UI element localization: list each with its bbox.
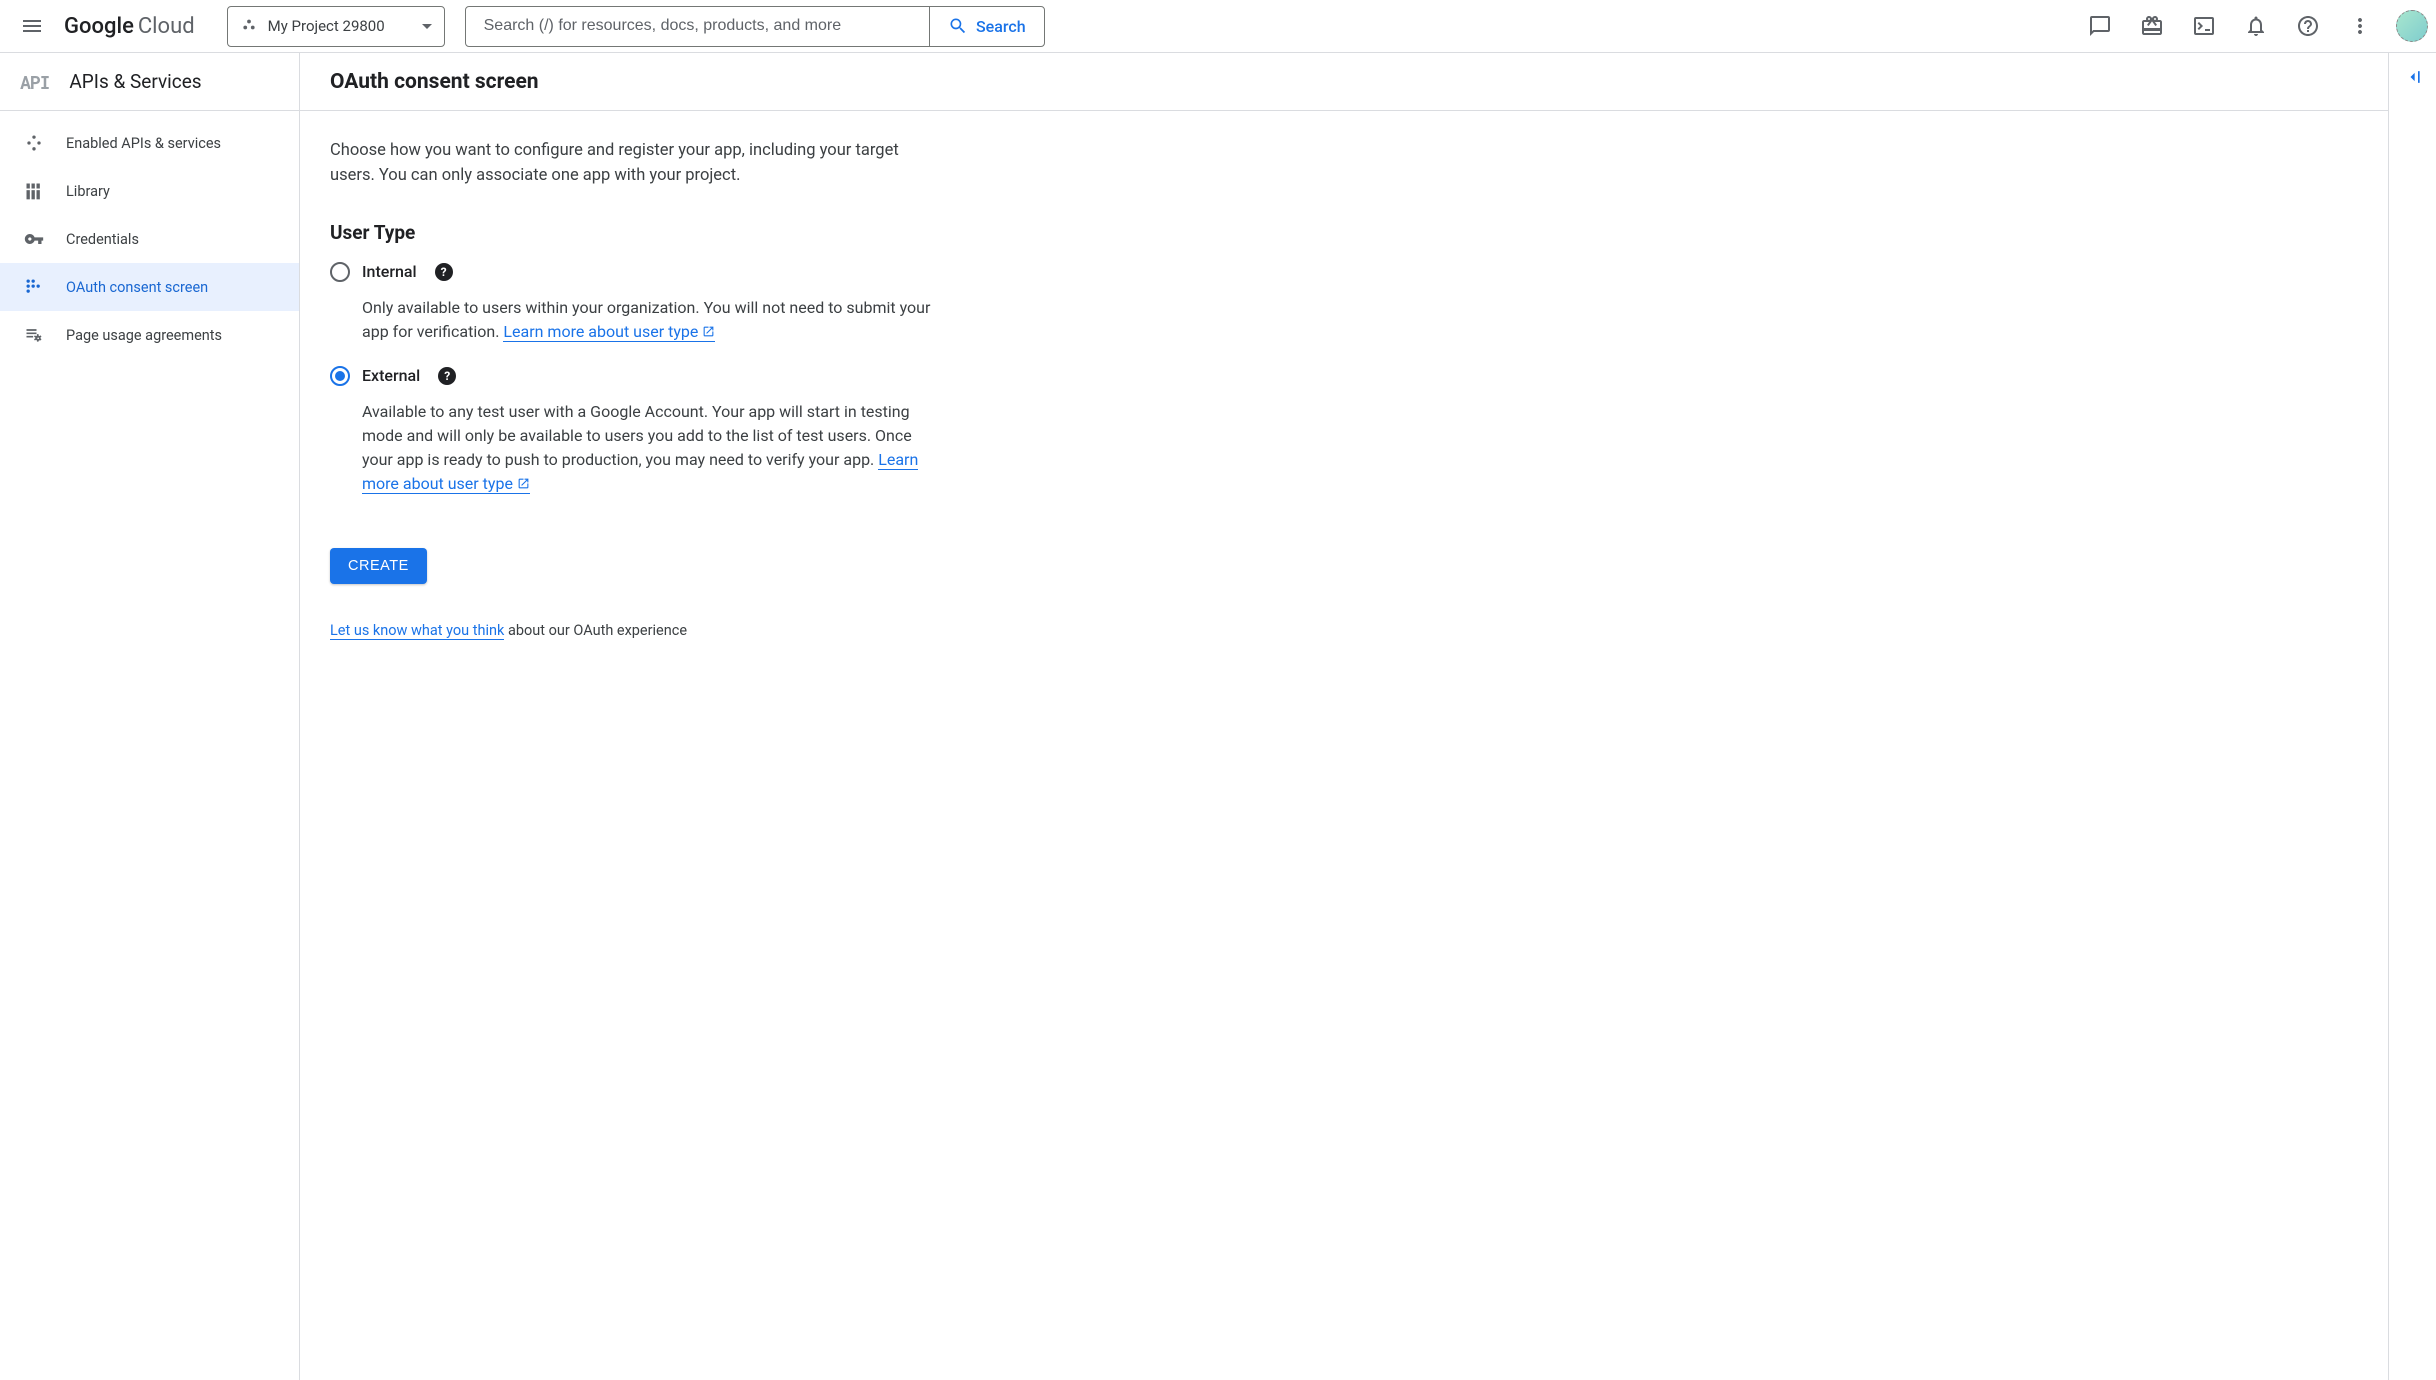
key-icon: [24, 229, 44, 249]
sidebar-item-page-usage[interactable]: Page usage agreements: [0, 311, 299, 359]
help-tooltip-internal[interactable]: ?: [435, 263, 453, 281]
radio-option-external: External ? Available to any test user wi…: [330, 366, 1230, 496]
page-title: OAuth consent screen: [330, 70, 539, 94]
sidebar-item-label: Credentials: [66, 231, 139, 248]
search-icon: [948, 16, 968, 36]
main-content: OAuth consent screen Choose how you want…: [300, 53, 2388, 1380]
more-options-button[interactable]: [2336, 2, 2384, 50]
learn-more-link-internal[interactable]: Learn more about user type: [503, 322, 715, 342]
create-button[interactable]: CREATE: [330, 548, 427, 584]
project-icon: [240, 17, 258, 35]
google-logo-text: Google: [64, 14, 134, 39]
sidebar-header[interactable]: API APIs & Services: [0, 53, 299, 111]
radio-circle-checked-icon: [330, 366, 350, 386]
top-header: Google Cloud My Project 29800 Search: [0, 0, 2436, 53]
sidebar-item-library[interactable]: Library: [0, 167, 299, 215]
hamburger-icon: [20, 14, 44, 38]
user-type-heading: User Type: [330, 221, 1230, 244]
gift-icon: [2140, 14, 2164, 38]
dashboard-icon: [24, 133, 44, 153]
agreements-icon: [24, 325, 44, 345]
help-circle-icon: [2296, 14, 2320, 38]
chevron-left-bar-icon: [2403, 67, 2423, 87]
intro-text: Choose how you want to configure and reg…: [330, 139, 900, 189]
radio-external[interactable]: External ?: [330, 366, 1230, 386]
notifications-button[interactable]: [2232, 2, 2280, 50]
help-button[interactable]: [2284, 2, 2332, 50]
feedback-button[interactable]: [2076, 2, 2124, 50]
desc-text: Available to any test user with a Google…: [362, 402, 912, 469]
api-badge: API: [20, 70, 49, 94]
feedback-row: Let us know what you think about our OAu…: [330, 622, 1230, 639]
user-avatar[interactable]: [2396, 10, 2428, 42]
radio-internal[interactable]: Internal ?: [330, 262, 1230, 282]
bell-icon: [2244, 14, 2268, 38]
radio-desc-internal: Only available to users within your orga…: [362, 296, 942, 344]
sidebar-title: APIs & Services: [69, 70, 201, 93]
right-rail: [2388, 53, 2436, 1380]
sidebar: API APIs & Services Enabled APIs & servi…: [0, 53, 300, 1380]
sidebar-item-credentials[interactable]: Credentials: [0, 215, 299, 263]
content-area: Choose how you want to configure and reg…: [300, 111, 1260, 667]
free-trial-button[interactable]: [2128, 2, 2176, 50]
header-utility-icons: [2076, 2, 2428, 50]
search-container: Search: [465, 6, 1045, 47]
sidebar-nav: Enabled APIs & services Library Credenti…: [0, 111, 299, 359]
external-link-icon: [702, 325, 715, 338]
more-vert-icon: [2348, 14, 2372, 38]
external-link-icon: [517, 477, 530, 490]
cloud-shell-button[interactable]: [2180, 2, 2228, 50]
feedback-link[interactable]: Let us know what you think: [330, 622, 504, 640]
radio-option-internal: Internal ? Only available to users withi…: [330, 262, 1230, 344]
project-name-label: My Project 29800: [268, 17, 412, 35]
sidebar-item-label: Library: [66, 183, 110, 200]
search-button-label: Search: [976, 17, 1026, 36]
sidebar-item-label: OAuth consent screen: [66, 279, 208, 296]
radio-desc-external: Available to any test user with a Google…: [362, 400, 942, 496]
chevron-down-icon: [422, 24, 432, 29]
sidebar-item-label: Enabled APIs & services: [66, 135, 221, 152]
help-tooltip-external[interactable]: ?: [438, 367, 456, 385]
google-cloud-logo[interactable]: Google Cloud: [64, 14, 195, 39]
search-button[interactable]: Search: [929, 7, 1044, 46]
collapse-panel-button[interactable]: [2403, 67, 2423, 1380]
terminal-icon: [2192, 14, 2216, 38]
search-input-wrap: [466, 7, 929, 46]
project-selector[interactable]: My Project 29800: [227, 6, 445, 47]
sidebar-item-oauth-consent[interactable]: OAuth consent screen: [0, 263, 299, 311]
body-layout: API APIs & Services Enabled APIs & servi…: [0, 53, 2436, 1380]
main-header: OAuth consent screen: [300, 53, 2388, 111]
consent-icon: [24, 277, 44, 297]
radio-label-external: External: [362, 366, 420, 385]
feedback-suffix: about our OAuth experience: [504, 622, 687, 639]
sidebar-item-label: Page usage agreements: [66, 327, 222, 344]
radio-label-internal: Internal: [362, 262, 417, 281]
chat-icon: [2088, 14, 2112, 38]
search-input[interactable]: [484, 17, 911, 35]
cloud-text: Cloud: [138, 14, 195, 39]
library-icon: [24, 181, 44, 201]
hamburger-menu-button[interactable]: [8, 2, 56, 50]
radio-circle-icon: [330, 262, 350, 282]
sidebar-item-enabled-apis[interactable]: Enabled APIs & services: [0, 119, 299, 167]
